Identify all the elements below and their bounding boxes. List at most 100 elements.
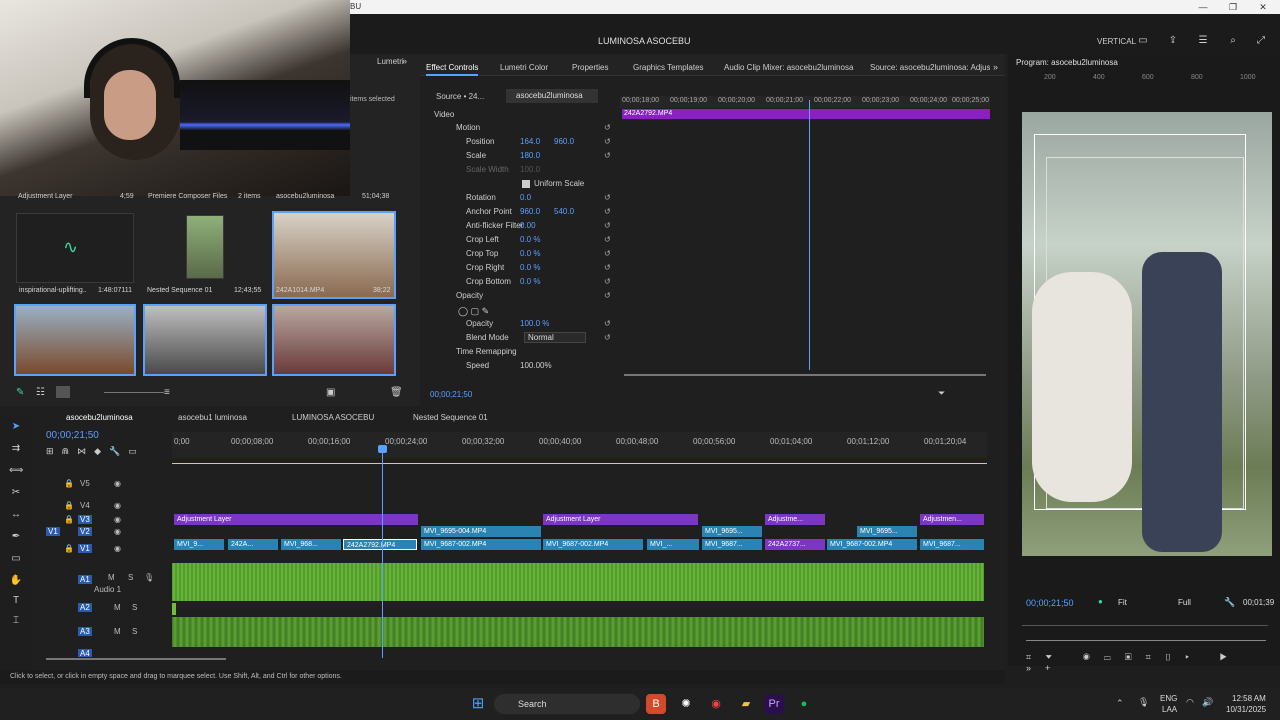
transport-controls[interactable]: ⌗⏷ ◉▭▣⌗▯▸ ▶ »+ bbox=[1026, 652, 1280, 673]
hand-icon[interactable]: ✋ bbox=[9, 574, 23, 588]
timeline-tab-active[interactable]: asocebu2luminosa bbox=[66, 413, 133, 422]
effect-value[interactable]: 0.0 % bbox=[520, 233, 540, 247]
effect-row[interactable]: Blend Mode Normal bbox=[430, 331, 620, 345]
mask-shape-icons[interactable]: ◯ ▢ ✎ bbox=[458, 306, 489, 317]
effect-value[interactable]: 100.00% bbox=[520, 359, 552, 373]
file-explorer-icon[interactable]: ▰ bbox=[736, 694, 756, 714]
mute-button[interactable]: M bbox=[114, 603, 121, 612]
track-header-v2[interactable]: V1 V2 ◉ bbox=[40, 527, 172, 541]
microphone-icon[interactable]: 🎙 bbox=[144, 573, 154, 582]
premiere-pro-icon[interactable]: Pr bbox=[764, 694, 784, 714]
ec-timeline-ruler[interactable]: 00;00;18;00 00;00;19;00 00;00;20;00 00;0… bbox=[620, 96, 990, 108]
timeline-clip[interactable]: 242A... bbox=[228, 539, 278, 550]
clip-thumb[interactable] bbox=[272, 304, 396, 376]
mute-button[interactable]: M bbox=[108, 573, 115, 582]
effect-value[interactable]: 164.0 bbox=[520, 135, 540, 149]
tab-audio-clip-mixer[interactable]: Audio Clip Mixer: asocebu2luminosa bbox=[724, 63, 853, 72]
timeline-clip[interactable]: MVI_9695... bbox=[857, 526, 917, 537]
timeline-clip[interactable]: MVI_... bbox=[647, 539, 699, 550]
source-dropdown[interactable]: Source • 24... bbox=[436, 92, 484, 101]
track-header-v1[interactable]: V1 🔒 ◉ bbox=[40, 544, 172, 558]
pencil-icon[interactable]: ✎ bbox=[16, 387, 24, 398]
eye-icon[interactable]: ◉ bbox=[114, 501, 121, 510]
eye-icon[interactable]: ◉ bbox=[114, 479, 121, 488]
reset-icon[interactable]: ↺ bbox=[604, 319, 616, 329]
timeline-clip[interactable]: 242A2737... bbox=[765, 539, 825, 550]
effect-value[interactable]: 0.0 % bbox=[520, 261, 540, 275]
motion-row[interactable]: Motion bbox=[430, 121, 620, 135]
reset-icon[interactable]: ↺ bbox=[604, 235, 616, 245]
eye-icon[interactable]: ◉ bbox=[114, 527, 121, 536]
mute-button[interactable]: M bbox=[114, 627, 121, 636]
tab-source[interactable]: Source: asocebu2luminosa: Adjustme bbox=[870, 63, 990, 72]
reset-icon[interactable]: ↺ bbox=[604, 193, 616, 203]
effect-value-2[interactable]: 540.0 bbox=[554, 205, 574, 219]
solo-button[interactable]: S bbox=[132, 627, 137, 636]
playhead-handle[interactable] bbox=[378, 445, 387, 453]
track-header-a4[interactable]: A4 bbox=[40, 649, 172, 657]
track-header-v5[interactable]: V5 🔒 ◉ bbox=[40, 479, 172, 493]
list-view-icon[interactable]: ☷ bbox=[36, 387, 45, 398]
search-icon[interactable]: ⌕ bbox=[1226, 35, 1240, 47]
ripple-edit-icon[interactable]: ⟺ bbox=[9, 464, 23, 478]
chrome-icon[interactable]: ◉ bbox=[706, 694, 726, 714]
icon-view-icon[interactable] bbox=[56, 386, 70, 398]
program-scrubber[interactable] bbox=[1022, 620, 1268, 626]
source-patch-v1[interactable]: V1 bbox=[46, 527, 60, 536]
filter-icon[interactable]: ⏷ bbox=[938, 388, 945, 399]
reset-icon[interactable]: ↺ bbox=[604, 291, 616, 301]
timeline-clip[interactable]: MVI_968... bbox=[281, 539, 341, 550]
zoom-select[interactable]: Fit bbox=[1118, 598, 1162, 607]
reset-icon[interactable]: ↺ bbox=[604, 333, 616, 343]
reset-icon[interactable]: ↺ bbox=[604, 151, 616, 161]
uniform-scale-checkbox[interactable] bbox=[522, 180, 530, 188]
timeline-clip[interactable]: MVI_9695... bbox=[702, 526, 762, 537]
effect-row[interactable]: Position 164.0 960.0 bbox=[430, 135, 620, 149]
reset-icon[interactable]: ↺ bbox=[604, 249, 616, 259]
tray-chevron-icon[interactable]: ⌃ bbox=[1116, 698, 1124, 709]
share-icon[interactable]: ⇪ bbox=[1166, 35, 1180, 47]
reset-icon[interactable]: ↺ bbox=[604, 137, 616, 147]
time-remap-row[interactable]: Time Remapping bbox=[430, 345, 620, 359]
timeline-clip[interactable]: MVI_9687-002.MP4 bbox=[421, 539, 541, 550]
clip-thumb[interactable] bbox=[143, 304, 267, 376]
panel-icon[interactable]: ▭ bbox=[1136, 35, 1150, 47]
timeline-clip[interactable]: MVI_9687... bbox=[702, 539, 762, 550]
selection-tool-icon[interactable]: ➤ bbox=[9, 420, 23, 434]
menu-icon[interactable]: ☰ bbox=[1196, 35, 1210, 47]
spotify-icon[interactable]: ● bbox=[794, 694, 814, 714]
audio-clip-a1[interactable] bbox=[172, 563, 984, 601]
uniform-scale-row[interactable]: Uniform Scale bbox=[430, 177, 620, 191]
effect-row[interactable]: Crop Bottom 0.0 % bbox=[430, 275, 620, 289]
fullscreen-icon[interactable]: ⤢ bbox=[1254, 35, 1268, 47]
sort-icon[interactable]: ≡ bbox=[164, 387, 170, 398]
track-header-a1[interactable]: A1 M S 🎙 Audio 1 bbox=[40, 573, 172, 595]
effect-row[interactable]: Crop Top 0.0 % bbox=[430, 247, 620, 261]
ec-timecode[interactable]: 00;00;21;50 bbox=[430, 390, 472, 399]
sequence-dropdown[interactable]: asocebu2luminosa bbox=[506, 89, 598, 103]
effect-row[interactable]: Rotation 0.0 bbox=[430, 191, 620, 205]
wrench-icon[interactable]: 🔧 bbox=[1224, 597, 1235, 608]
zoom-slider[interactable] bbox=[104, 392, 164, 393]
restore-button[interactable]: ❐ bbox=[1218, 0, 1248, 14]
brave-icon[interactable]: B bbox=[646, 694, 666, 714]
new-bin-icon[interactable]: ▣ bbox=[326, 387, 335, 398]
timeline-tab[interactable]: LUMINOSA ASOCEBU bbox=[292, 413, 374, 422]
opacity-section-row[interactable]: Opacity bbox=[430, 289, 620, 303]
effect-value[interactable]: 960.0 bbox=[520, 205, 540, 219]
lock-icon[interactable]: 🔒 bbox=[64, 515, 74, 524]
reset-icon[interactable]: ↺ bbox=[604, 207, 616, 217]
lock-icon[interactable]: 🔒 bbox=[64, 544, 74, 553]
lock-icon[interactable]: 🔒 bbox=[64, 501, 74, 510]
lock-icon[interactable]: 🔒 bbox=[64, 479, 74, 488]
effect-value[interactable]: 0.0 % bbox=[520, 247, 540, 261]
track-select-icon[interactable]: ⇉ bbox=[9, 442, 23, 456]
tab-lumetri-color[interactable]: Lumetri Color bbox=[500, 63, 548, 72]
program-timecode[interactable]: 00;00;21;50 bbox=[1026, 598, 1074, 608]
wifi-icon[interactable]: ◠ bbox=[1186, 697, 1194, 708]
ec-clip-bar[interactable]: 242A2792.MP4 bbox=[622, 109, 990, 119]
minimize-button[interactable]: — bbox=[1188, 0, 1218, 14]
taskbar-search[interactable]: Search bbox=[494, 694, 640, 714]
resolution-select[interactable]: Full bbox=[1178, 598, 1214, 607]
close-button[interactable]: ✕ bbox=[1248, 0, 1278, 14]
